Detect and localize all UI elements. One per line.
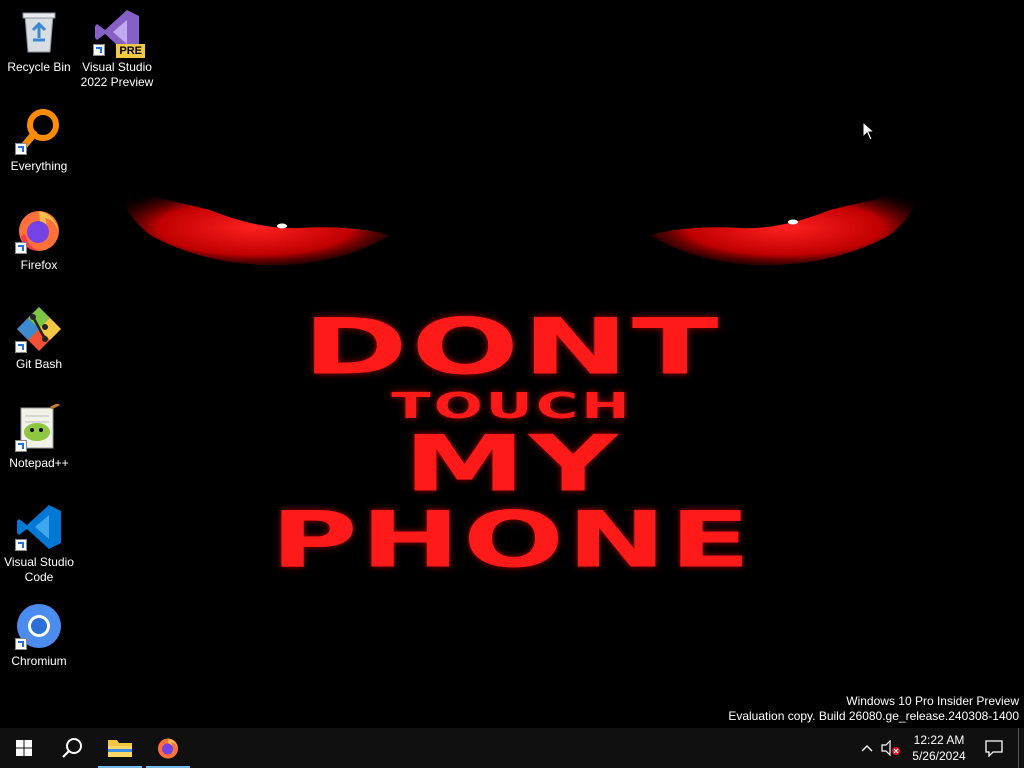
recycle-bin-icon <box>22 12 56 53</box>
search-icon <box>62 738 82 758</box>
taskbar: 12:22 AM 5/26/2024 <box>0 728 1024 768</box>
desktop-icon-notepad-plus-plus[interactable]: Notepad++ <box>0 402 78 471</box>
desktop-icon-label: Notepad++ <box>9 456 69 470</box>
desktop-icon-git-bash[interactable]: Git Bash <box>0 305 78 372</box>
wallpaper-text-phone: PHONE <box>270 495 754 586</box>
left-eye-graphic <box>120 190 390 266</box>
firefox-icon <box>158 738 178 759</box>
desktop-icon-label: Firefox <box>20 258 58 272</box>
desktop-icon-label: Git Bash <box>15 357 63 371</box>
volume-muted-icon <box>881 740 900 756</box>
desktop-icon-vscode[interactable]: Visual Studio Code <box>0 503 78 585</box>
search-button[interactable] <box>48 728 96 768</box>
volume-button[interactable] <box>878 728 904 768</box>
desktop-icon-label: Recycle Bin <box>7 60 71 74</box>
action-center-button[interactable] <box>974 728 1014 768</box>
chevron-up-icon <box>861 745 873 752</box>
desktop-icon-label: Visual Studio Code <box>4 555 74 584</box>
shortcut-arrow-icon <box>93 44 105 56</box>
taskbar-firefox[interactable] <box>144 728 192 768</box>
desktop-icon-visual-studio-preview[interactable]: PRE Visual Studio 2022 Preview <box>78 8 156 90</box>
show-desktop-button[interactable] <box>1018 728 1024 768</box>
watermark-edition: Windows 10 Pro Insider Preview <box>846 694 1019 708</box>
wallpaper-text-dont: DONT <box>302 302 722 393</box>
desktop-icon-label: Everything <box>10 159 68 173</box>
desktop-icon-chromium[interactable]: Chromium <box>0 602 78 669</box>
windows-start-icon <box>16 740 32 756</box>
watermark-build: Evaluation copy. Build 26080.ge_release.… <box>728 709 1019 723</box>
clock-time: 12:22 AM <box>913 733 965 747</box>
right-eye-graphic <box>650 190 920 266</box>
shortcut-arrow-icon <box>15 638 27 650</box>
desktop-icon-label: Visual Studio 2022 Preview <box>80 60 154 89</box>
desktop-icon-label: Chromium <box>11 654 67 668</box>
shortcut-arrow-icon <box>15 341 27 353</box>
taskbar-file-explorer[interactable] <box>96 728 144 768</box>
shortcut-arrow-icon <box>15 539 27 551</box>
preview-badge: PRE <box>116 44 145 58</box>
shortcut-arrow-icon <box>15 440 27 452</box>
show-hidden-icons-button[interactable] <box>856 728 878 768</box>
system-tray: 12:22 AM 5/26/2024 <box>856 728 1024 768</box>
notification-icon <box>985 740 1003 757</box>
shortcut-arrow-icon <box>15 242 27 254</box>
desktop-wallpaper: DONT TOUCH MY PHONE <box>0 0 1024 728</box>
desktop-icon-firefox[interactable]: Firefox <box>0 206 78 273</box>
mouse-cursor-icon <box>862 121 876 141</box>
folder-icon <box>108 740 132 757</box>
desktop-icon-recycle-bin[interactable]: Recycle Bin <box>0 8 78 75</box>
taskbar-clock[interactable]: 12:22 AM 5/26/2024 <box>904 728 974 768</box>
clock-date: 5/26/2024 <box>912 749 966 763</box>
shortcut-arrow-icon <box>15 143 27 155</box>
windows-evaluation-watermark: Windows 10 Pro Insider Preview Evaluatio… <box>728 694 1019 724</box>
start-button[interactable] <box>0 728 48 768</box>
desktop-icon-everything[interactable]: Everything <box>0 107 78 174</box>
